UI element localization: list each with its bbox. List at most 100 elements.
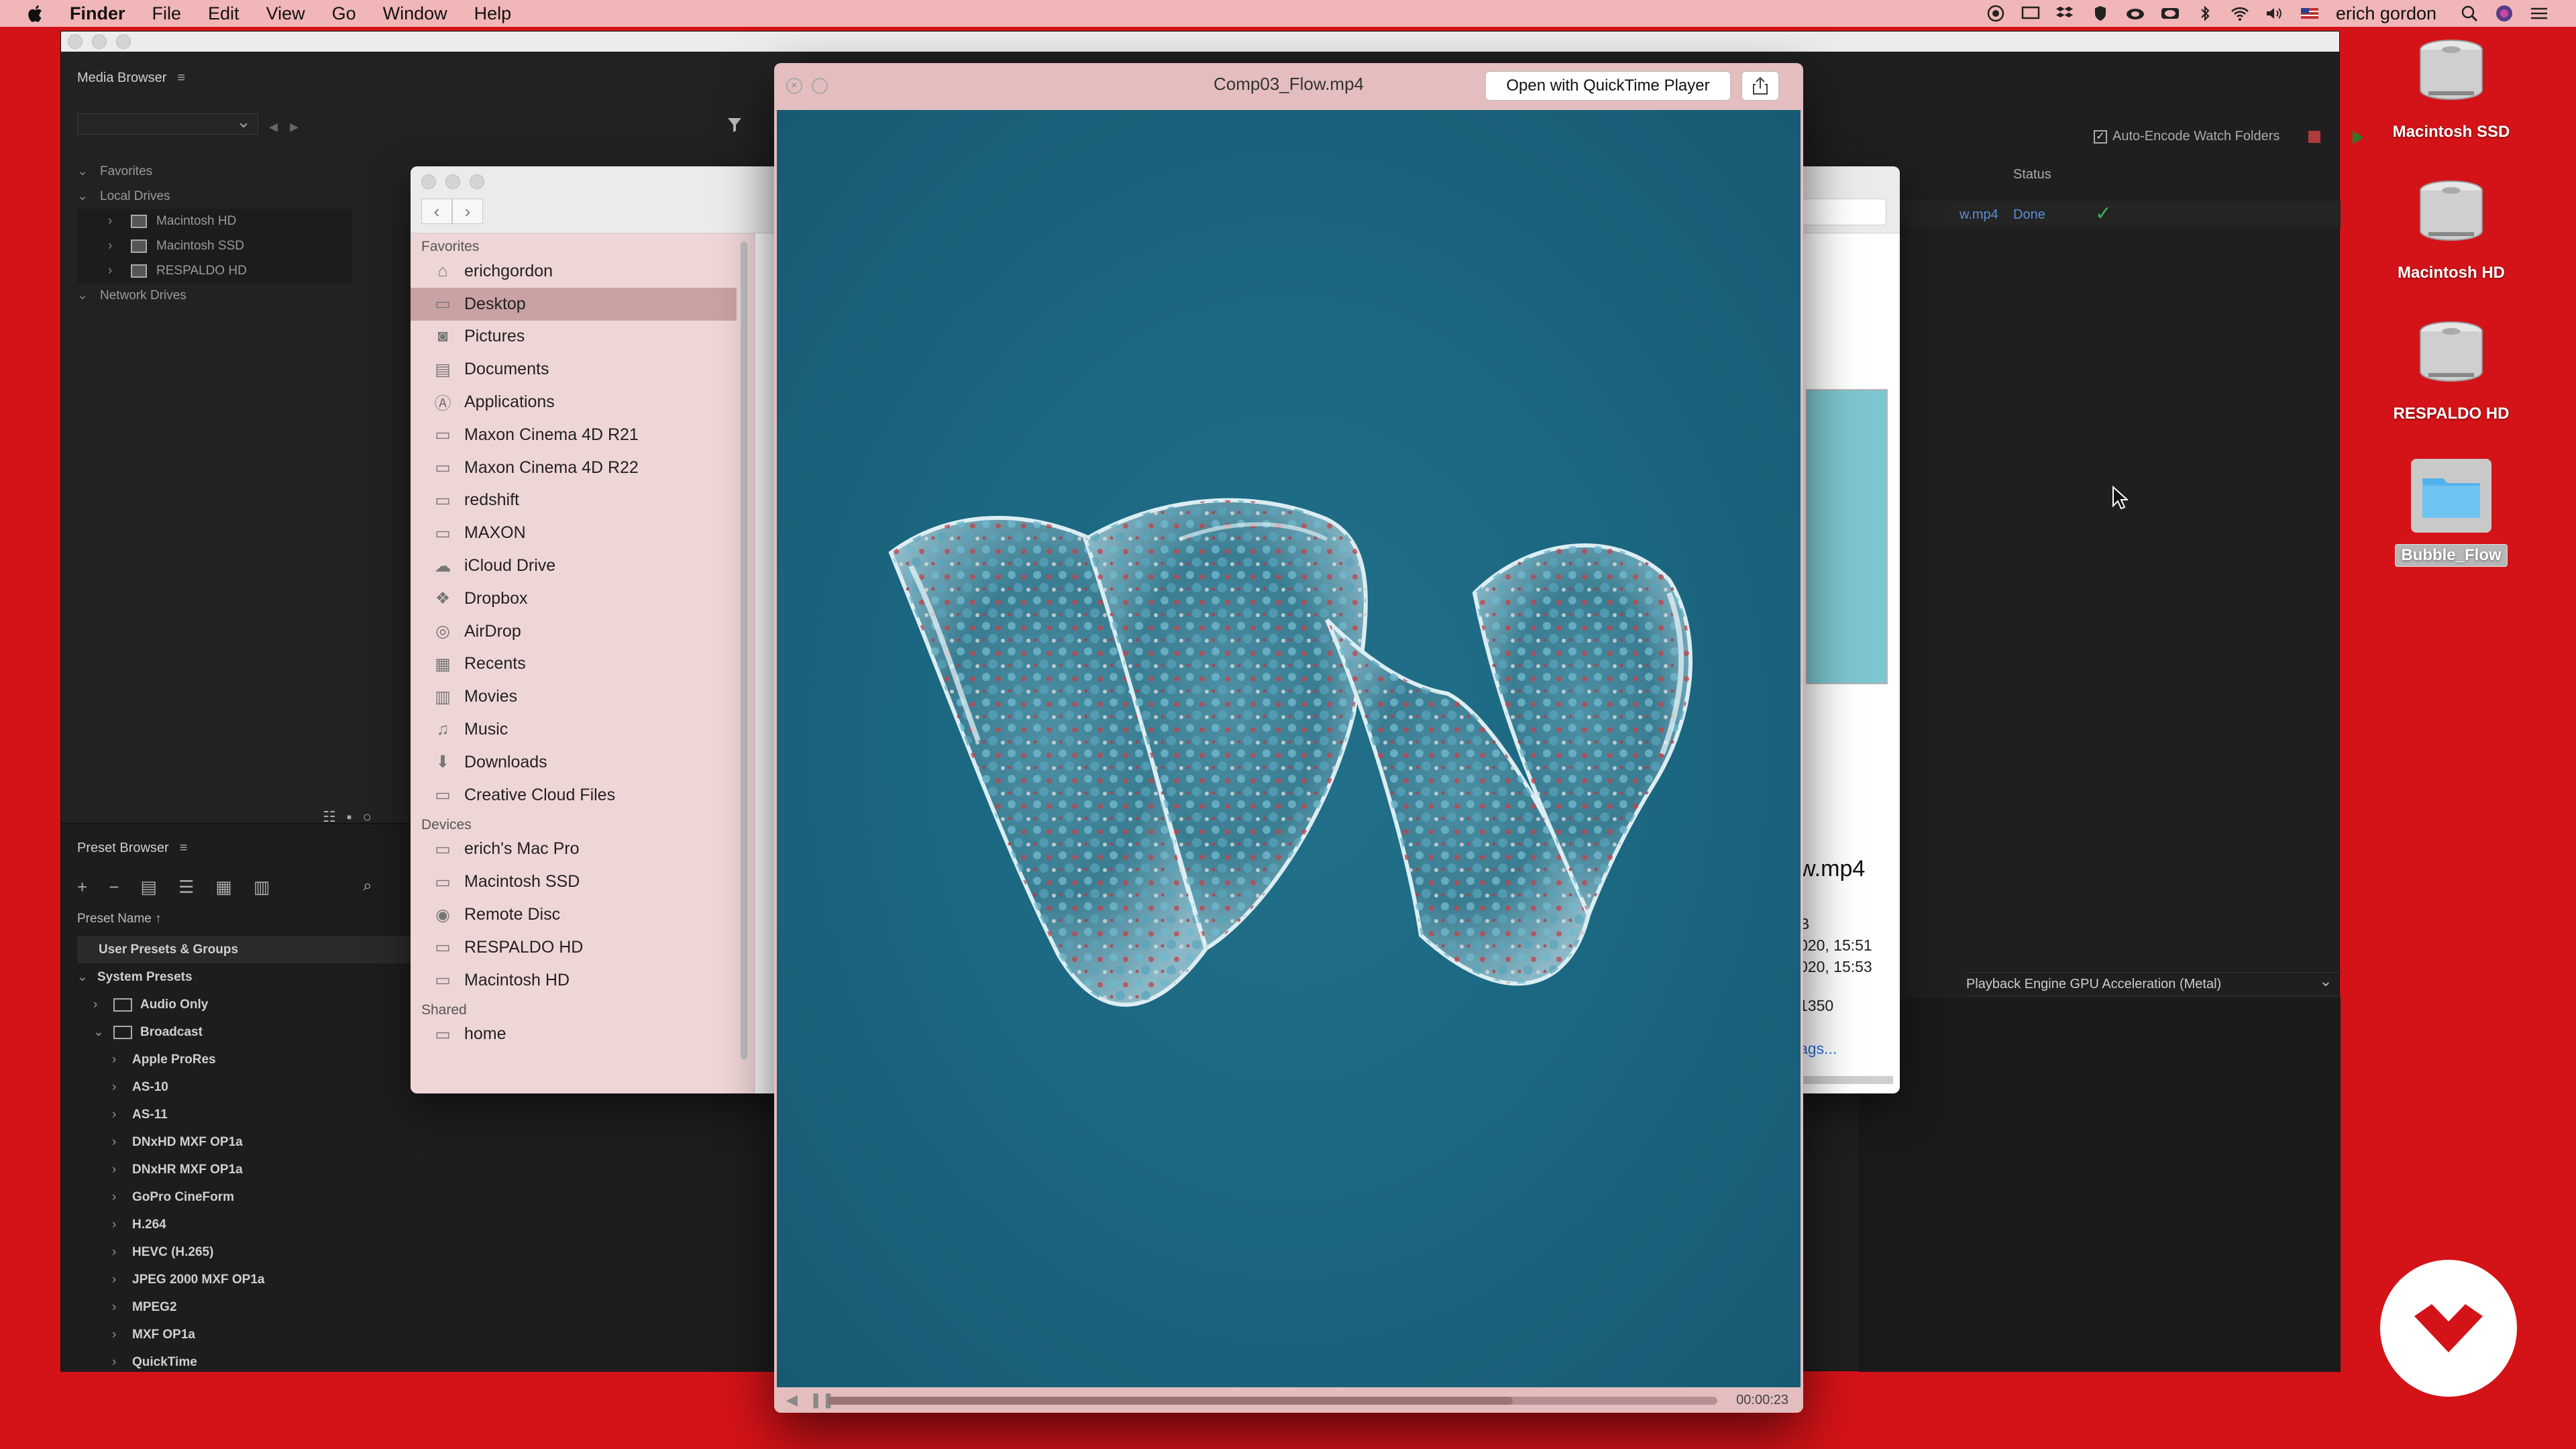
sidebar-item-maxon-cinema-4d-r21[interactable]: ▭ Maxon Cinema 4D R21 bbox=[411, 419, 755, 451]
media-browser-nav-arrows[interactable]: ◂▸ bbox=[269, 116, 311, 137]
tree-favorites[interactable]: ⌄ Favorites bbox=[77, 159, 352, 184]
preset-item[interactable]: › MPEG2 bbox=[77, 1293, 799, 1321]
sidebar-item-movies[interactable]: ▥ Movies bbox=[411, 680, 755, 713]
sidebar-item-home[interactable]: ▭ home bbox=[411, 1018, 755, 1051]
queue-row[interactable]: w.mp4 Done ✓ bbox=[1859, 201, 2341, 227]
spotlight-search-icon[interactable] bbox=[2459, 5, 2479, 22]
queue-output-file[interactable]: w.mp4 bbox=[1960, 207, 1998, 223]
desktop-icon-macintosh-ssd[interactable]: Macintosh SSD bbox=[2391, 38, 2512, 142]
filter-icon[interactable] bbox=[727, 116, 743, 133]
stop-queue-button[interactable] bbox=[2308, 131, 2320, 143]
playback-scrubber[interactable] bbox=[828, 1397, 1717, 1405]
bluetooth-icon[interactable] bbox=[2195, 5, 2215, 22]
notification-center-icon[interactable] bbox=[2529, 5, 2549, 22]
sidebar-item-maxon[interactable]: ▭ MAXON bbox=[411, 517, 755, 549]
remove-preset-icon[interactable]: − bbox=[109, 877, 119, 898]
start-queue-button[interactable] bbox=[2353, 131, 2363, 144]
volume-icon[interactable] bbox=[2265, 5, 2285, 22]
info-more-tags-link[interactable]: ags... bbox=[1799, 1040, 1837, 1058]
back-button[interactable]: ‹ bbox=[421, 199, 452, 224]
desktop-icon-macintosh-hd[interactable]: Macintosh HD bbox=[2391, 178, 2512, 282]
sidebar-item-desktop[interactable]: ▭ Desktop bbox=[411, 287, 737, 321]
tree-drive-macintosh-ssd[interactable]: › Macintosh SSD bbox=[77, 233, 352, 258]
preset-item[interactable]: › QuickTime bbox=[77, 1348, 799, 1376]
sidebar-item-applications[interactable]: Ⓐ Applications bbox=[411, 386, 755, 419]
menu-edit[interactable]: Edit bbox=[208, 3, 239, 24]
new-group-icon[interactable]: ▤ bbox=[140, 877, 157, 898]
sidebar-item-creative-cloud-files[interactable]: ▭ Creative Cloud Files bbox=[411, 779, 755, 812]
preset-settings-icon[interactable]: ☰ bbox=[178, 877, 194, 898]
dropbox-icon[interactable] bbox=[2055, 5, 2076, 22]
apple-menu-icon[interactable] bbox=[27, 3, 46, 23]
sidebar-item-maxon-cinema-4d-r22[interactable]: ▭ Maxon Cinema 4D R22 bbox=[411, 451, 755, 484]
media-browser-location-dropdown[interactable] bbox=[77, 111, 258, 135]
video-frame[interactable] bbox=[777, 110, 1801, 1387]
sidebar-scrollbar[interactable] bbox=[741, 241, 747, 1060]
menu-file[interactable]: File bbox=[152, 3, 182, 24]
sidebar-item-dropbox[interactable]: ❖ Dropbox bbox=[411, 582, 755, 615]
display-icon[interactable] bbox=[2021, 5, 2041, 22]
sidebar-item-documents[interactable]: ▤ Documents bbox=[411, 353, 755, 386]
close-window-icon[interactable] bbox=[421, 174, 436, 189]
sidebar-item-icloud-drive[interactable]: ☁ iCloud Drive bbox=[411, 549, 755, 582]
auto-encode-checkbox[interactable]: ✓ Auto-Encode Watch Folders bbox=[2094, 129, 2279, 144]
menu-go[interactable]: Go bbox=[332, 3, 356, 24]
panel-menu-icon[interactable]: ≡ bbox=[177, 70, 185, 86]
preset-item[interactable]: › H.264 bbox=[77, 1211, 799, 1238]
export-preset-icon[interactable]: ▥ bbox=[254, 877, 270, 898]
preset-item[interactable]: › DNxHD MXF OP1a bbox=[77, 1128, 799, 1156]
nvidia-icon[interactable] bbox=[2160, 5, 2180, 22]
sidebar-item-erich-s-mac-pro[interactable]: ▭ erich's Mac Pro bbox=[411, 833, 755, 866]
preset-item[interactable]: › DNxHR MXF OP1a bbox=[77, 1156, 799, 1183]
renderer-dropdown[interactable]: Playback Engine GPU Acceleration (Metal) bbox=[1966, 971, 2342, 996]
creative-cloud-icon[interactable] bbox=[2125, 5, 2145, 22]
sidebar-item-music[interactable]: ♫ Music bbox=[411, 713, 755, 746]
sidebar-item-macintosh-ssd[interactable]: ▭ Macintosh SSD bbox=[411, 865, 755, 898]
add-preset-icon[interactable]: + bbox=[77, 877, 87, 898]
finder-horizontal-scrollbar[interactable] bbox=[1799, 1076, 1893, 1084]
import-preset-icon[interactable]: ▦ bbox=[215, 877, 232, 898]
menu-window[interactable]: Window bbox=[383, 3, 447, 24]
close-window-icon[interactable] bbox=[68, 34, 83, 49]
siri-icon[interactable] bbox=[2494, 5, 2514, 22]
desktop-icon-respaldo-hd[interactable]: RESPALDO HD bbox=[2391, 319, 2512, 423]
open-with-quicktime-button[interactable]: Open with QuickTime Player bbox=[1485, 71, 1731, 101]
sidebar-item-erichgordon[interactable]: ⌂ erichgordon bbox=[411, 255, 755, 288]
status-column-header[interactable]: Status bbox=[2013, 167, 2051, 182]
wifi-icon[interactable] bbox=[2230, 5, 2250, 22]
preset-search-icon[interactable]: ⌕ bbox=[363, 877, 372, 896]
minimize-window-icon[interactable] bbox=[92, 34, 107, 49]
preset-item[interactable]: › HEVC (H.265) bbox=[77, 1238, 799, 1266]
preset-name-column-header[interactable]: Preset Name ↑ bbox=[77, 912, 162, 926]
forward-button[interactable]: › bbox=[452, 199, 483, 224]
sidebar-item-downloads[interactable]: ⬇ Downloads bbox=[411, 746, 755, 779]
tree-local-drives[interactable]: ⌄ Local Drives bbox=[77, 184, 352, 209]
tree-drive-respaldo-hd[interactable]: › RESPALDO HD bbox=[77, 258, 352, 283]
shield-icon[interactable] bbox=[2090, 5, 2110, 22]
sidebar-item-remote-disc[interactable]: ◉ Remote Disc bbox=[411, 898, 755, 931]
desktop-icon-bubble-flow[interactable]: Bubble_Flow bbox=[2391, 459, 2512, 567]
menu-finder[interactable]: Finder bbox=[70, 3, 125, 24]
preset-item[interactable]: › GoPro CineForm bbox=[77, 1183, 799, 1211]
share-button[interactable] bbox=[1741, 71, 1779, 101]
tree-drive-macintosh-hd[interactable]: › Macintosh HD bbox=[77, 209, 352, 233]
sidebar-item-macintosh-hd[interactable]: ▭ Macintosh HD bbox=[411, 964, 755, 997]
record-icon[interactable] bbox=[1986, 5, 2006, 22]
tree-network-drives[interactable]: ⌄ Network Drives bbox=[77, 283, 352, 308]
menubar-user[interactable]: erich gordon bbox=[2336, 3, 2436, 24]
sidebar-item-pictures[interactable]: ◙ Pictures bbox=[411, 321, 755, 354]
sidebar-item-airdrop[interactable]: ◎ AirDrop bbox=[411, 615, 755, 648]
sidebar-item-respaldo-hd[interactable]: ▭ RESPALDO HD bbox=[411, 931, 755, 964]
menu-view[interactable]: View bbox=[266, 3, 305, 24]
zoom-window-icon[interactable] bbox=[470, 174, 484, 189]
minimize-window-icon[interactable] bbox=[445, 174, 460, 189]
sidebar-item-redshift[interactable]: ▭ redshift bbox=[411, 484, 755, 517]
menu-help[interactable]: Help bbox=[474, 3, 512, 24]
preset-item[interactable]: › AS-11 bbox=[77, 1101, 799, 1128]
panel-menu-icon[interactable]: ≡ bbox=[180, 841, 188, 856]
zoom-window-icon[interactable] bbox=[116, 34, 131, 49]
volume-icon[interactable]: ◀ bbox=[786, 1391, 798, 1409]
flag-icon[interactable] bbox=[2300, 5, 2320, 22]
preset-item[interactable]: › MXF OP1a bbox=[77, 1321, 799, 1348]
preset-item[interactable]: › JPEG 2000 MXF OP1a bbox=[77, 1266, 799, 1293]
